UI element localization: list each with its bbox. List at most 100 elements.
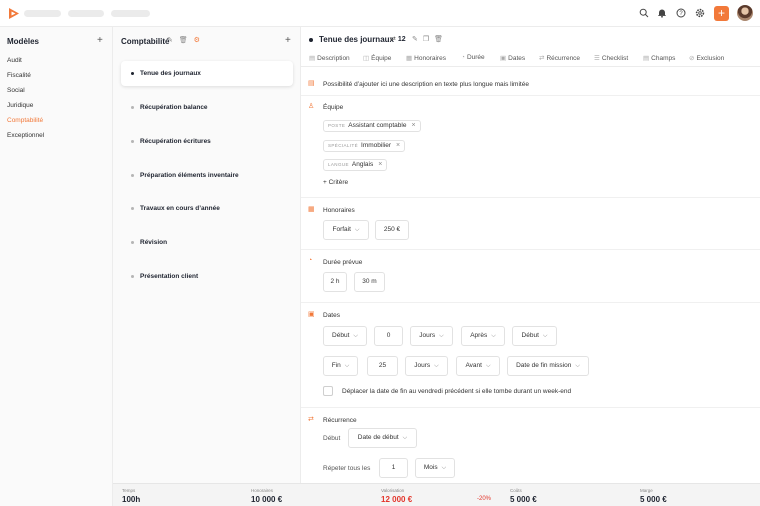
task-item[interactable]: Préparation éléments inventaire [140,172,239,179]
fees-icon: ▦ [406,55,413,62]
task-title: Tenue des journaux [319,35,394,44]
dates-label: Dates [323,312,340,319]
search-icon[interactable] [639,8,649,18]
close-icon[interactable]: × [411,122,415,129]
trash-icon[interactable]: 🗑 [434,36,443,43]
task-dot [131,106,134,109]
close-icon[interactable]: × [378,161,382,168]
edit-icon[interactable]: ✎ [167,37,173,44]
weekend-option-label: Déplacer la date de fin au vendredi préc… [342,388,572,395]
tab-duree[interactable]: ◔ Durée [461,54,485,61]
templates-sidebar: Modèles + Audit Fiscalité Social Juridiq… [0,27,113,506]
timer-icon: ◔ [461,54,465,61]
chevron-down-icon: ⌵ [441,465,447,471]
tab-champs[interactable]: ▤ Champs [643,54,675,62]
end-relation-select[interactable]: Avant ⌵ [456,356,500,376]
repeat-label: Répeter tous les [323,465,371,472]
calendar-icon: ▣ [308,311,315,318]
task-item[interactable]: Récupération écritures [140,138,211,145]
sidebar-item-exceptionnel[interactable]: Exceptionnel [7,132,44,139]
tab-equipe[interactable]: ◫ Équipe [363,54,391,62]
help-icon[interactable]: ? [676,8,686,18]
fee-amount-input[interactable]: 250 € [375,220,409,240]
start-unit-select[interactable]: Jours ⌵ [410,326,453,346]
copy-icon[interactable]: ❐ [423,36,429,43]
hours-input[interactable]: 2 h [323,272,347,292]
team-section: ♙ Équipe POSTE Assistant comptable × SPÉCI… [301,96,760,198]
nav-placeholder[interactable] [68,10,104,17]
recurrence-start-select[interactable]: Date de début ⌵ [348,428,417,448]
start-offset-input[interactable]: 0 [374,326,403,346]
task-item[interactable]: Présentation client [140,273,198,280]
detail-tabs: ▤ Description ◫ Équipe ▦ Honoraires ◔ Durée … [301,51,760,67]
recurrence-count: ⇄ 12 [390,35,406,43]
team-label: Équipe [323,104,344,111]
add-criterion-button[interactable]: + Critère [323,179,348,186]
end-unit-select[interactable]: Jours ⌵ [405,356,448,376]
add-task-button[interactable]: + [285,35,291,46]
chevron-down-icon: ⌵ [542,333,548,339]
description-section: ▤ Possibilité d’ajouter ici une descript… [301,72,760,96]
start-relation-select[interactable]: Après ⌵ [461,326,505,346]
tab-checklist[interactable]: ☰ Checklist [594,54,628,62]
fee-type-select[interactable]: Forfait ⌵ [323,220,369,240]
category-actions: ✎ 🗑 ⚙ [167,36,200,44]
summary-footer: Temps 100h Honoraires 10 000 € Valorisat… [113,483,760,506]
team-icon: ◫ [363,55,370,62]
sidebar-item-social[interactable]: Social [7,87,25,94]
fields-icon: ▤ [643,55,650,62]
minutes-input[interactable]: 30 m [354,272,385,292]
app-logo[interactable] [8,7,20,20]
sidebar-item-juridique[interactable]: Juridique [7,102,33,109]
checklist-icon: ☰ [594,55,600,62]
trash-icon[interactable]: 🗑 [179,37,188,44]
repeat-count-input[interactable]: 1 [379,458,408,478]
tab-recurrence[interactable]: ⇄ Récurrence [539,54,580,62]
sidebar-title: Modèles [7,37,40,46]
sidebar-item-comptabilite[interactable]: Comptabilité [7,117,43,124]
close-icon[interactable]: × [396,142,400,149]
tab-dates[interactable]: ▣ Dates [500,54,525,62]
top-bar: ? + [0,0,760,27]
chevron-down-icon: ⌵ [439,333,444,339]
recurrence-icon: ⇄ [308,416,314,423]
bell-icon[interactable] [657,8,667,18]
task-item[interactable]: Tenue des journaux [140,70,201,77]
add-category-button[interactable]: + [97,35,103,46]
recurrence-count-value: 12 [397,36,406,43]
honoraires-value: 10 000 € [251,495,283,504]
sidebar-item-fiscalite[interactable]: Fiscalité [7,72,31,79]
valorisation-label: Valorisation [381,488,405,493]
task-dot [131,241,134,244]
settings-icon[interactable] [695,8,705,18]
criterion-tag: SPÉCIALITÉ Immobilier × [323,140,406,152]
end-reference-select[interactable]: Date de fin mission ⌵ [507,356,589,376]
end-anchor-select[interactable]: Fin ⌵ [323,356,358,376]
chevron-down-icon: ⌵ [402,435,408,441]
start-reference-select[interactable]: Début ⌵ [512,326,557,346]
tab-exclusion[interactable]: ⊘ Exclusion [689,54,724,62]
user-avatar[interactable] [737,5,753,21]
nav-placeholder[interactable] [111,10,150,17]
task-detail-panel: Tenue des journaux ⇄ 12 ✎ ❐ 🗑 ▤ Descripti… [301,27,760,506]
gear-icon[interactable]: ⚙ [194,37,200,44]
add-button[interactable]: + [714,6,729,21]
dates-section: ▣ Dates Début ⌵ 0 Jours ⌵ Après ⌵ Début ⌵ Fi… [301,303,760,408]
task-item[interactable]: Révision [140,239,167,246]
start-anchor-select[interactable]: Début ⌵ [323,326,367,346]
tab-description[interactable]: ▤ Description [309,54,350,62]
nav-placeholder[interactable] [24,10,61,17]
edit-icon[interactable]: ✎ [412,36,418,43]
valorisation-value: 12 000 € [381,495,413,504]
tab-honoraires[interactable]: ▦ Honoraires [406,54,446,62]
honoraires-label: Honoraires [251,488,274,493]
recurrence-icon: ⇄ [539,55,545,62]
end-offset-input[interactable]: 25 [367,356,398,376]
task-item[interactable]: Récupération balance [140,104,208,111]
weekend-checkbox[interactable] [323,386,333,396]
repeat-unit-select[interactable]: Mois ⌵ [415,458,455,478]
description-text[interactable]: Possibilité d’ajouter ici une descriptio… [323,81,529,88]
task-item[interactable]: Travaux en cours d’année [140,205,220,212]
recurrence-icon: ⇄ [390,36,396,43]
sidebar-item-audit[interactable]: Audit [7,57,22,64]
